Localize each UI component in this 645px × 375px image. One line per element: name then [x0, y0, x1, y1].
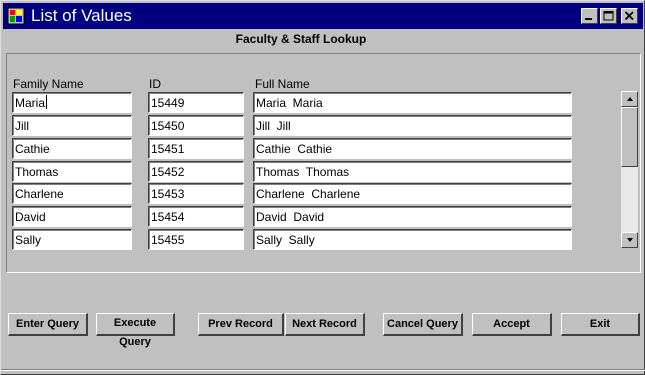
- header-family-name: Family Name: [13, 77, 84, 91]
- title-bar[interactable]: List of Values: [3, 3, 643, 29]
- full-name-field[interactable]: Thomas Thomas: [253, 161, 572, 182]
- bottom-divider: [1, 369, 645, 371]
- vertical-scrollbar[interactable]: [621, 91, 638, 248]
- full-name-field[interactable]: Sally Sally: [253, 229, 572, 250]
- accept-button[interactable]: Accept: [472, 313, 552, 336]
- cancel-query-button[interactable]: Cancel Query: [383, 313, 463, 336]
- panel-title: Faculty & Staff Lookup: [235, 32, 367, 46]
- scroll-down-button[interactable]: [621, 232, 638, 248]
- family-name-field[interactable]: Thomas: [12, 161, 132, 182]
- header-id: ID: [149, 77, 161, 91]
- next-record-button[interactable]: Next Record: [285, 313, 365, 336]
- full-name-field[interactable]: Jill Jill: [253, 115, 572, 136]
- close-button[interactable]: [621, 8, 638, 24]
- exit-button[interactable]: Exit: [561, 313, 640, 336]
- arrow-down-icon: [627, 238, 633, 242]
- forms-app-icon[interactable]: [7, 7, 25, 25]
- enter-query-button[interactable]: Enter Query: [8, 313, 88, 336]
- id-field[interactable]: 15451: [148, 138, 244, 159]
- id-field[interactable]: 15455: [148, 229, 244, 250]
- arrow-up-icon: [627, 97, 633, 101]
- family-name-field[interactable]: Charlene: [12, 183, 132, 204]
- header-full-name: Full Name: [255, 77, 310, 91]
- text-caret: [46, 95, 48, 109]
- prev-record-button[interactable]: Prev Record: [198, 313, 284, 336]
- lov-window: List of Values Faculty & Staff Lookup Fa…: [0, 0, 645, 375]
- family-name-field[interactable]: Cathie: [12, 138, 132, 159]
- family-name-value: Maria: [15, 96, 46, 110]
- id-field[interactable]: 15450: [148, 115, 244, 136]
- minimize-button[interactable]: [581, 8, 598, 24]
- maximize-button[interactable]: [600, 8, 617, 24]
- window-title: List of Values: [31, 6, 132, 25]
- id-field[interactable]: 15449: [148, 92, 244, 113]
- id-field[interactable]: 15452: [148, 161, 244, 182]
- maximize-icon: [603, 11, 614, 21]
- id-field[interactable]: 15453: [148, 183, 244, 204]
- close-icon: [624, 11, 634, 21]
- family-name-field[interactable]: Maria: [12, 92, 132, 113]
- full-name-field[interactable]: Charlene Charlene: [253, 183, 572, 204]
- full-name-field[interactable]: Cathie Cathie: [253, 138, 572, 159]
- minimize-icon: [585, 18, 592, 20]
- execute-query-button[interactable]: Execute Query: [96, 313, 175, 348]
- family-name-field[interactable]: Jill: [12, 115, 132, 136]
- full-name-field[interactable]: Maria Maria: [253, 92, 572, 113]
- id-field[interactable]: 15454: [148, 206, 244, 227]
- scroll-thumb[interactable]: [621, 107, 638, 167]
- family-name-field[interactable]: David: [12, 206, 132, 227]
- full-name-field[interactable]: David David: [253, 206, 572, 227]
- scroll-up-button[interactable]: [621, 91, 638, 107]
- family-name-field[interactable]: Sally: [12, 229, 132, 250]
